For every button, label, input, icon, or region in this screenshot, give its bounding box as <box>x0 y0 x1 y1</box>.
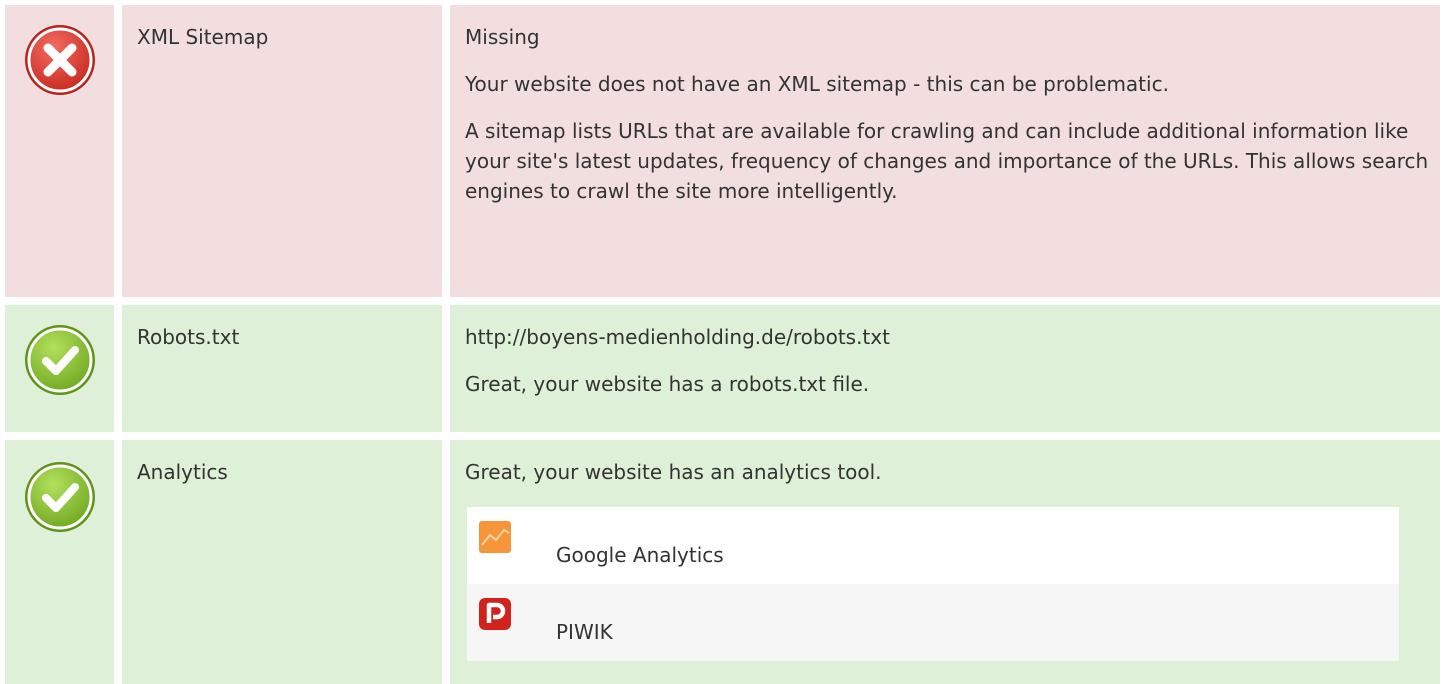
check-result-cell: Great, your website has an analytics too… <box>450 440 1440 684</box>
check-label: Robots.txt <box>137 325 240 349</box>
check-label: XML Sitemap <box>137 25 269 49</box>
tool-name: PIWIK <box>556 620 613 644</box>
google-analytics-icon <box>479 521 511 553</box>
checkmark-icon <box>25 325 95 395</box>
list-item: Google Analytics <box>467 507 1399 584</box>
list-item: PIWIK <box>467 584 1399 661</box>
check-row-robots-txt: Robots.txt http://boyens-medienholding.d… <box>5 305 1440 432</box>
analytics-tool-list: Google Analytics PIWIK <box>467 507 1399 661</box>
status-cell <box>5 5 114 297</box>
check-label: Analytics <box>137 460 228 484</box>
check-row-analytics: Analytics Great, your website has an ana… <box>5 440 1440 684</box>
check-result-cell: http://boyens-medienholding.de/robots.tx… <box>450 305 1440 432</box>
check-result: Missing Your website does not have an XM… <box>465 22 1430 223</box>
checkmark-icon <box>25 462 95 532</box>
robots-url: http://boyens-medienholding.de/robots.tx… <box>465 325 890 349</box>
status-cell <box>5 305 114 432</box>
result-message: Your website does not have an XML sitema… <box>465 72 1169 96</box>
result-description: A sitemap lists URLs that are available … <box>465 119 1429 203</box>
check-row-xml-sitemap: XML Sitemap Missing Your website does no… <box>5 5 1440 297</box>
check-result: http://boyens-medienholding.de/robots.tx… <box>465 322 1430 416</box>
result-message: Great, your website has a robots.txt fil… <box>465 372 870 396</box>
error-icon <box>25 25 95 95</box>
tool-name: Google Analytics <box>556 543 724 567</box>
piwik-icon <box>479 598 511 630</box>
check-label-cell: Analytics <box>122 440 442 684</box>
result-message: Great, your website has an analytics too… <box>465 460 882 484</box>
check-result-cell: Missing Your website does not have an XM… <box>450 5 1440 297</box>
status-cell <box>5 440 114 684</box>
check-label-cell: Robots.txt <box>122 305 442 432</box>
check-label-cell: XML Sitemap <box>122 5 442 297</box>
check-result: Great, your website has an analytics too… <box>465 457 1430 504</box>
result-status: Missing <box>465 25 540 49</box>
